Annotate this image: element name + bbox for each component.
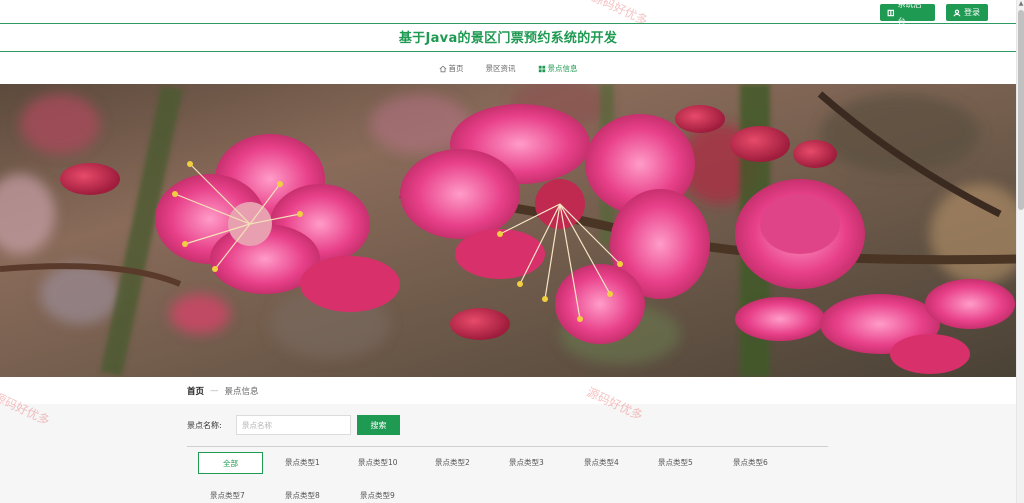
- category-tab[interactable]: 景点类型6: [733, 452, 768, 474]
- banner-image: [0, 84, 1016, 377]
- breadcrumb-separator: —: [210, 386, 219, 396]
- breadcrumb-bar: 首页 — 景点信息: [0, 377, 1016, 404]
- category-tab-all[interactable]: 全部: [198, 452, 263, 474]
- page: 系统后台 登录 基于Java的景区门票预约系统的开发 首页 景区资讯 景点信息: [0, 0, 1024, 503]
- nav-item-attractions[interactable]: 景点信息: [527, 63, 589, 74]
- home-icon: [439, 65, 446, 72]
- search-label: 景点名称:: [187, 420, 222, 430]
- breadcrumb: 首页 — 景点信息: [187, 385, 259, 397]
- category-tab[interactable]: 景点类型7: [210, 485, 245, 503]
- breadcrumb-current: 景点信息: [224, 387, 259, 397]
- admin-backend-button[interactable]: 系统后台: [880, 0, 935, 26]
- search-button[interactable]: 搜索: [357, 415, 400, 435]
- login-label: 登录: [964, 8, 980, 17]
- category-tab[interactable]: 景点类型4: [584, 452, 619, 474]
- category-tab[interactable]: 景点类型9: [360, 485, 395, 503]
- scroll-up-icon[interactable]: ▲: [1018, 0, 1024, 8]
- category-tab[interactable]: 景点类型10: [358, 452, 398, 474]
- title-bar: 基于Java的景区门票预约系统的开发: [0, 25, 1016, 52]
- nav-item-label: 景点信息: [547, 64, 578, 73]
- search-row: 景点名称: 搜索: [187, 415, 400, 435]
- grid-icon: [538, 65, 545, 72]
- nav-item-news[interactable]: 景区资讯: [475, 63, 527, 74]
- content-area: 景点名称: 搜索 全部 景点类型1 景点类型10 景点类型2 景点类型3 景点类…: [0, 404, 1016, 503]
- divider: [187, 446, 828, 447]
- nav-item-home[interactable]: 首页: [428, 63, 475, 74]
- breadcrumb-home[interactable]: 首页: [187, 385, 204, 397]
- category-tab[interactable]: 景点类型3: [509, 452, 544, 474]
- main-nav: 首页 景区资讯 景点信息: [0, 53, 1016, 84]
- page-scrollbar[interactable]: ▲: [1016, 0, 1024, 503]
- category-tab[interactable]: 景点类型8: [285, 485, 320, 503]
- scroll-thumb[interactable]: [1018, 10, 1024, 210]
- top-bar: 系统后台 登录: [0, 0, 1016, 26]
- nav-item-label: 景区资讯: [485, 64, 516, 73]
- site-title: 基于Java的景区门票预约系统的开发: [398, 31, 618, 46]
- category-tab[interactable]: 景点类型5: [658, 452, 693, 474]
- plum-blossom-image: [0, 84, 1016, 377]
- book-icon: [887, 9, 895, 16]
- login-button[interactable]: 登录: [946, 4, 988, 21]
- nav-item-label: 首页: [448, 64, 464, 73]
- search-input[interactable]: [236, 415, 351, 435]
- user-icon: [953, 9, 961, 16]
- category-tab[interactable]: 景点类型1: [285, 452, 320, 474]
- category-tab[interactable]: 景点类型2: [435, 452, 470, 474]
